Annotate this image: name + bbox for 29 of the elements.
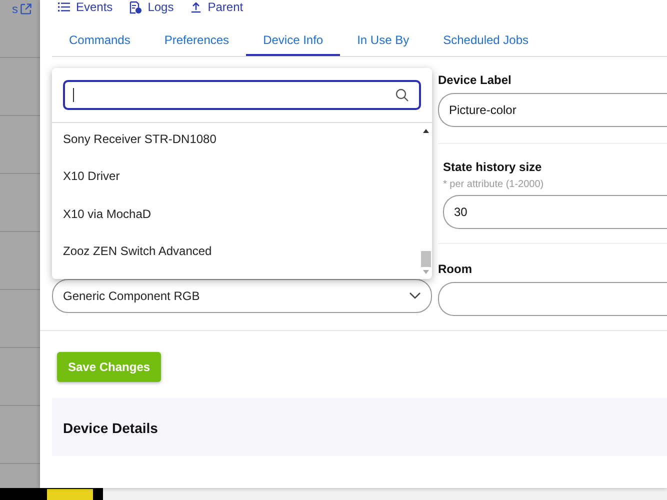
document-info-icon	[128, 0, 142, 14]
tab[interactable]: In Use By	[340, 26, 426, 56]
upload-icon	[190, 1, 202, 13]
dropdown-option[interactable]: Sony Receiver STR-DN1080	[52, 132, 420, 170]
list-icon	[58, 1, 70, 13]
tab[interactable]: Commands	[52, 26, 148, 56]
driver-select[interactable]: Generic Component RGB	[52, 279, 432, 313]
search-field[interactable]	[63, 80, 421, 110]
header-link[interactable]: Logs	[128, 0, 174, 14]
tab[interactable]: Scheduled Jobs	[426, 26, 546, 56]
dropdown-option[interactable]: X10 Driver	[52, 169, 420, 207]
logo-block	[47, 489, 93, 500]
field-label: State history size	[443, 160, 543, 174]
text-field[interactable]: Picture-color	[438, 93, 667, 127]
header-link[interactable]: Parent	[190, 0, 244, 14]
field-label: Room	[438, 262, 473, 276]
header-link[interactable]: Events	[58, 0, 113, 14]
search-icon	[395, 88, 409, 102]
dropdown-option[interactable]: X10 via MochaD	[52, 206, 420, 244]
section-title: Device Details	[63, 420, 159, 436]
field-hint: * per attribute (1-2000)	[443, 179, 545, 190]
tab[interactable]: Preferences	[147, 26, 246, 56]
dropdown-option[interactable]: Zooz ZEN Switch Advanced	[52, 244, 420, 282]
chevron-down-icon	[409, 292, 421, 300]
field-label: Device Label	[438, 73, 512, 87]
room-field[interactable]	[438, 282, 667, 316]
external-link-icon[interactable]	[20, 3, 32, 15]
number-field[interactable]: 30	[443, 195, 667, 229]
tab[interactable]: Device Info	[246, 26, 340, 56]
